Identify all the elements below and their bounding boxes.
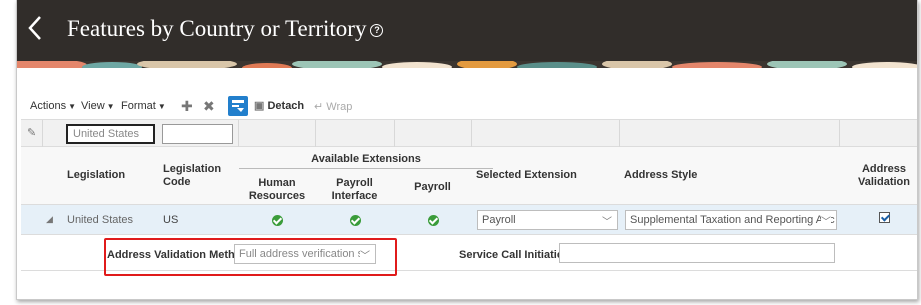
actions-label: Actions bbox=[30, 100, 67, 112]
view-menu[interactable]: View ▼ bbox=[81, 100, 115, 112]
page-title-text: Features by Country or Territory bbox=[67, 16, 367, 41]
edit-icon: ✎ bbox=[27, 127, 37, 139]
payroll-check-icon bbox=[428, 215, 439, 226]
view-label: View bbox=[81, 100, 105, 112]
legislation-filter[interactable] bbox=[66, 124, 155, 144]
chevron-down-icon: ﹀ bbox=[821, 213, 831, 228]
column-header-row: Legislation Legislation Code Available E… bbox=[21, 147, 917, 205]
column-divider bbox=[839, 120, 840, 148]
decorative-banner bbox=[17, 58, 917, 68]
caret-down-icon: ▼ bbox=[157, 102, 166, 111]
address-validation-checkbox[interactable] bbox=[879, 212, 890, 223]
delete-icon[interactable]: ✖ bbox=[203, 98, 215, 115]
format-menu[interactable]: Format ▼ bbox=[121, 100, 166, 112]
human-resources-check-icon bbox=[272, 215, 283, 226]
detach-button[interactable]: ▣ Detach bbox=[254, 99, 304, 112]
col-group-available-extensions: Available Extensions bbox=[311, 153, 421, 165]
column-divider bbox=[315, 120, 316, 148]
cell-code: US bbox=[163, 214, 179, 226]
filter-row: ✎ bbox=[21, 119, 917, 148]
col-legislation-code[interactable]: Legislation Code bbox=[163, 163, 223, 189]
column-divider bbox=[238, 120, 239, 148]
help-icon[interactable]: ? bbox=[370, 24, 384, 38]
service-call-initiation-label: Service Call Initiation bbox=[459, 249, 571, 261]
col-human-resources[interactable]: Human Resources bbox=[239, 177, 315, 203]
detach-label: Detach bbox=[267, 100, 305, 112]
column-divider bbox=[42, 120, 43, 148]
column-divider bbox=[471, 120, 472, 148]
table-toolbar: Actions ▼ View ▼ Format ▼ ✚ ✖ ▣ Detach ↵ Wr… bbox=[17, 96, 917, 118]
chevron-down-icon: ﹀ bbox=[602, 217, 612, 228]
caret-down-icon: ▼ bbox=[68, 102, 76, 111]
add-icon[interactable]: ✚ bbox=[181, 98, 193, 115]
col-address-validation[interactable]: Address Validation bbox=[851, 163, 917, 189]
column-divider bbox=[394, 120, 395, 148]
group-divider bbox=[239, 168, 493, 169]
collapse-icon[interactable]: ◢ bbox=[46, 214, 53, 225]
col-selected-extension[interactable]: Selected Extension bbox=[476, 169, 577, 182]
query-by-example-icon[interactable] bbox=[228, 96, 248, 116]
address-style-value: Supplemental Taxation and Reporting Adc bbox=[630, 214, 835, 226]
cell-legislation: United States bbox=[67, 214, 134, 226]
format-label: Format bbox=[121, 100, 156, 112]
address-style-select[interactable]: Supplemental Taxation and Reporting Adc … bbox=[625, 210, 837, 230]
app-frame: Features by Country or Territory? Action… bbox=[16, 0, 918, 300]
col-payroll-interface[interactable]: Payroll Interface bbox=[315, 177, 394, 203]
banner-pattern bbox=[17, 58, 917, 68]
wrap-button[interactable]: ↵ Wrap bbox=[314, 100, 352, 113]
column-divider bbox=[619, 120, 620, 148]
col-address-style[interactable]: Address Style bbox=[624, 169, 697, 182]
caret-down-icon: ▼ bbox=[106, 102, 115, 111]
chevron-left-icon[interactable] bbox=[27, 14, 47, 44]
detach-icon: ▣ bbox=[254, 100, 265, 112]
code-filter[interactable] bbox=[162, 124, 233, 144]
actions-menu[interactable]: Actions ▼ bbox=[30, 100, 76, 112]
selected-extension-select[interactable]: Payroll ﹀ bbox=[477, 210, 618, 230]
table-row[interactable]: ◢ United States US Payroll ﹀ Supplementa… bbox=[21, 205, 917, 235]
wrap-icon: ↵ bbox=[314, 101, 324, 113]
selected-extension-value: Payroll bbox=[482, 214, 516, 226]
page-title: Features by Country or Territory? bbox=[67, 16, 384, 42]
highlight-annotation bbox=[104, 238, 397, 276]
col-payroll[interactable]: Payroll bbox=[394, 181, 471, 194]
wrap-label: Wrap bbox=[326, 101, 353, 113]
page-header: Features by Country or Territory? bbox=[17, 0, 917, 58]
col-legislation[interactable]: Legislation bbox=[67, 169, 125, 182]
service-call-initiation-input[interactable] bbox=[559, 243, 835, 263]
payroll-interface-check-icon bbox=[350, 215, 361, 226]
